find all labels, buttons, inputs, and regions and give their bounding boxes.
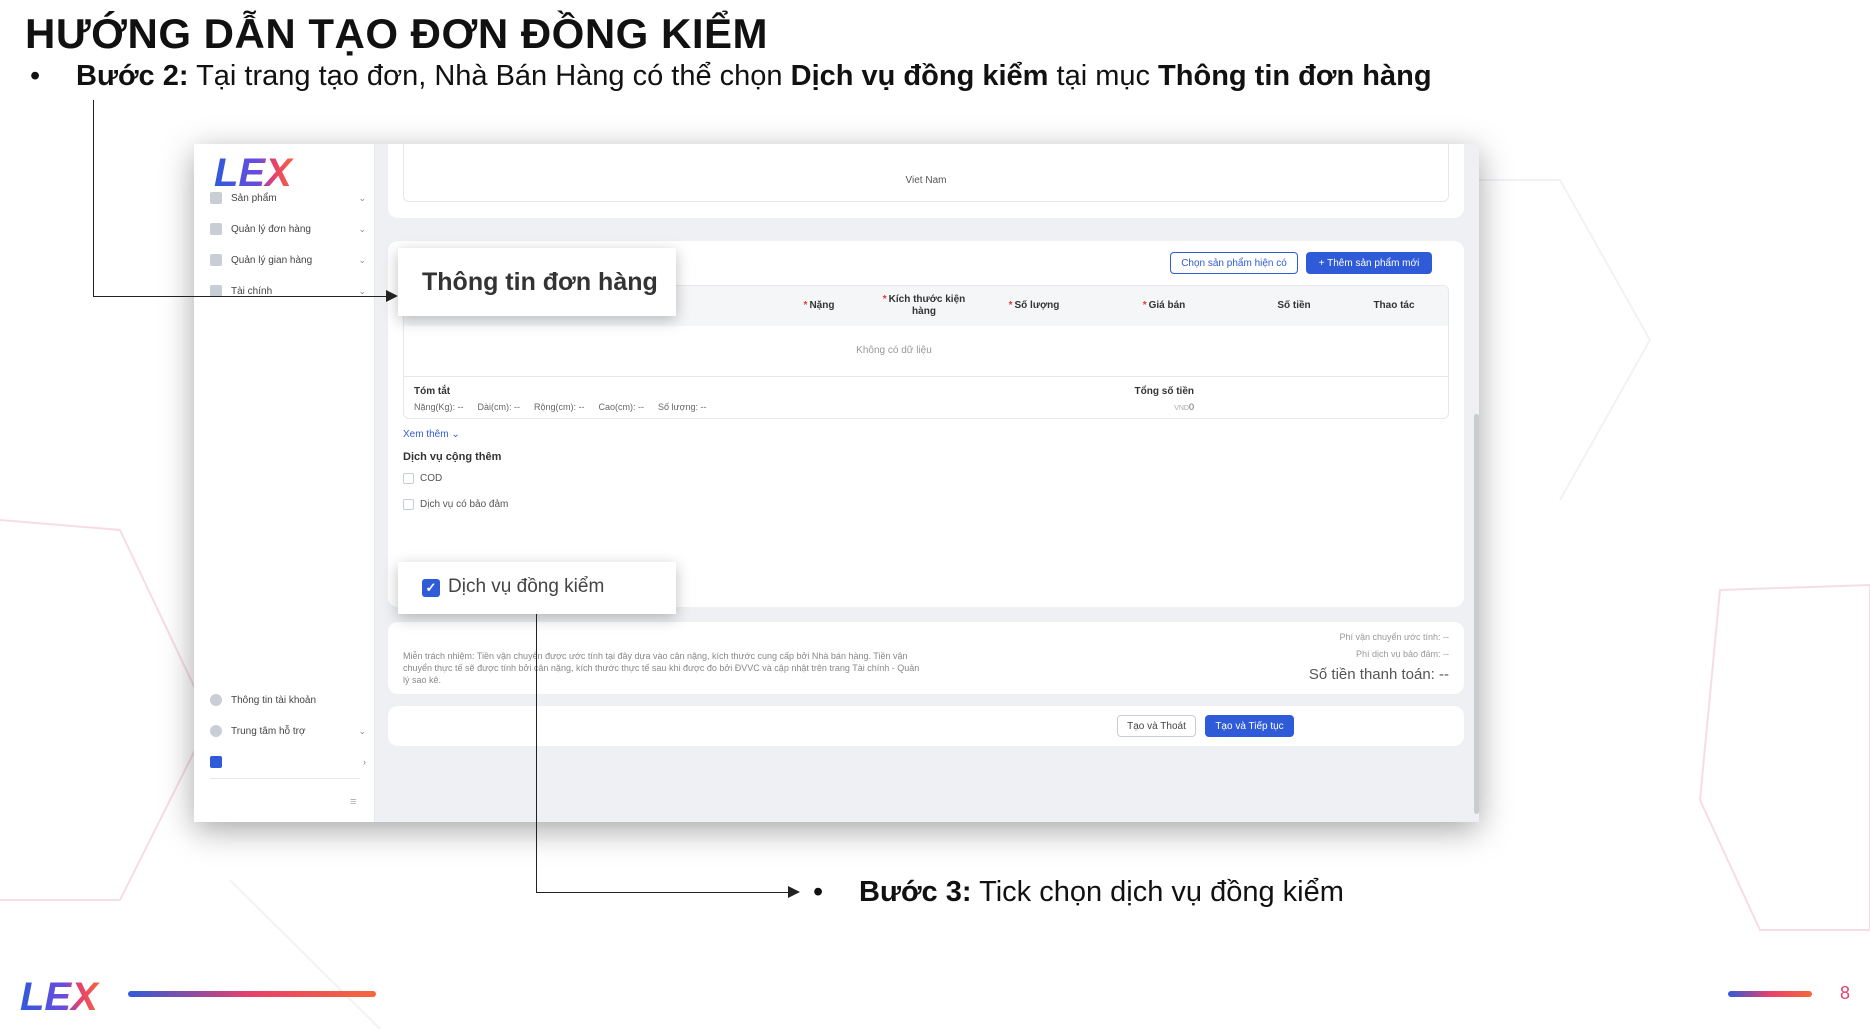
sidebar-item-label: Thông tin tài khoản [231, 694, 317, 706]
services-title: Dịch vụ cộng thêm [403, 451, 502, 463]
sidebar-item-label: Quản lý gian hàng [231, 254, 313, 266]
connector-line [536, 614, 537, 892]
orders-icon [210, 223, 222, 235]
lex-logo-text: LEX [214, 152, 294, 192]
sidebar-item-label: Tài chính [231, 285, 273, 297]
sidebar-item-orders[interactable]: Quản lý đơn hàng ⌄ [210, 219, 366, 239]
chevron-down-icon: ⌄ [358, 223, 366, 234]
sidebar-item-products[interactable]: Sản phẩm ⌄ [210, 188, 366, 208]
order-info-callout: Thông tin đơn hàng [398, 248, 676, 316]
summary-quantity: Số lượng: -- [658, 402, 707, 412]
step3-label: Bước 3: [859, 876, 972, 908]
box-icon [210, 192, 222, 204]
total-payment: Số tiền thanh toán: -- [1308, 666, 1449, 683]
column-header-amount: Số tiền [1277, 300, 1311, 311]
page-number: 8 [1840, 983, 1851, 1003]
sidebar-item-store[interactable]: Quản lý gian hàng ⌄ [210, 250, 366, 270]
payment-card: Miễn trách nhiệm: Tiền vận chuyển được ư… [388, 622, 1464, 694]
country-text: Viet Nam [905, 175, 947, 186]
summary-title: Tóm tắt [414, 386, 451, 397]
connector-line [93, 296, 389, 297]
insured-service-label: Dịch vụ có bảo đảm [420, 499, 509, 510]
step2-instruction: • Bước 2: Tại trang tạo đơn, Nhà Bán Hàn… [30, 60, 1432, 93]
slide-title: HƯỚNG DẪN TẠO ĐƠN ĐỒNG KIỂM [25, 10, 768, 57]
see-more-link[interactable]: Xem thêm ⌄ [403, 429, 460, 440]
lex-logo: LEX [20, 976, 100, 1016]
step2-label: Bước 2: [76, 60, 189, 92]
footer-gradient-bar [1728, 991, 1812, 997]
summary-weight: Nặng(Kg): -- [414, 402, 464, 412]
step2-bold2: Thông tin đơn hàng [1158, 60, 1432, 92]
app-screenshot: LEX Sản phẩm ⌄ Quản lý đơn hàng ⌄ Quản l… [194, 144, 1479, 822]
cod-checkbox[interactable] [403, 473, 414, 484]
column-header-actions: Thao tác [1373, 300, 1415, 311]
create-and-exit-button[interactable]: Tạo và Thoát [1117, 715, 1196, 737]
footer-gradient-bar [128, 991, 376, 997]
bullet: • [813, 876, 824, 908]
language-icon [210, 756, 222, 768]
arrow-right-icon [788, 886, 800, 898]
chevron-down-icon: ⌄ [358, 285, 366, 296]
collapse-menu-icon[interactable]: ≡ [350, 796, 356, 808]
lex-logo: LEX [214, 152, 294, 192]
slide: HƯỚNG DẪN TẠO ĐƠN ĐỒNG KIỂM • Bước 2: Tạ… [0, 0, 1870, 1029]
choose-existing-product-button[interactable]: Chọn sản phẩm hiện có [1170, 252, 1298, 274]
sidebar-item-label: Trung tâm hỗ trợ [231, 725, 306, 737]
chevron-down-icon: ⌄ [451, 429, 460, 440]
callout-checkbox-label: Dịch vụ đồng kiểm [448, 576, 605, 597]
action-card: Tạo và Thoát Tạo và Tiếp tục [388, 706, 1464, 746]
step3-text: Tick chọn dịch vụ đồng kiểm [971, 876, 1344, 908]
divider [210, 778, 360, 779]
step2-text2: tại mục [1048, 60, 1159, 92]
insurance-fee: Phí dịch vụ bảo đảm: -- [1355, 649, 1449, 659]
insured-service-checkbox[interactable] [403, 499, 414, 510]
create-and-continue-button[interactable]: Tạo và Tiếp tục [1205, 715, 1294, 737]
summary-height: Cao(cm): -- [598, 402, 645, 412]
step3-instruction: • Bước 3: Tick chọn dịch vụ đồng kiểm [813, 876, 1344, 909]
sidebar-item-finance[interactable]: Tài chính ⌄ [210, 281, 366, 301]
address-box: Viet Nam [403, 144, 1449, 202]
total-amount-title: Tổng số tiền [1134, 386, 1194, 397]
step2-bold1: Dịch vụ đồng kiểm [790, 60, 1049, 92]
callout-order-info-text: Thông tin đơn hàng [422, 268, 658, 296]
chevron-down-icon: ⌄ [358, 254, 366, 265]
checked-checkbox-icon[interactable]: ✓ [422, 579, 440, 597]
column-header-price: * Giá bán [1142, 300, 1186, 311]
main-content: Viet Nam Chọn sản phẩm hiện có + Thêm sả… [375, 144, 1479, 822]
divider [404, 376, 1448, 377]
total-amount-value: VND0 [1174, 402, 1194, 412]
user-icon [210, 694, 222, 706]
summary-fields: Nặng(Kg): -- Dài(cm): -- Rộng(cm): -- Ca… [414, 402, 706, 412]
checkbox-callout: ✓ Dịch vụ đồng kiểm [398, 562, 676, 614]
sidebar-item-language[interactable]: › [210, 752, 366, 772]
connector-line [536, 892, 790, 893]
store-icon [210, 254, 222, 266]
help-icon [210, 725, 222, 737]
footer-logo-text: LEX [20, 976, 100, 1016]
step2-text1: Tại trang tạo đơn, Nhà Bán Hàng có thể c… [188, 60, 791, 92]
arrow-right-icon [386, 290, 398, 302]
bullet: • [30, 60, 41, 92]
address-card: Viet Nam [388, 144, 1464, 218]
chevron-down-icon: ⌄ [358, 725, 366, 736]
sidebar: LEX Sản phẩm ⌄ Quản lý đơn hàng ⌄ Quản l… [194, 144, 375, 822]
chevron-right-icon: › [363, 757, 366, 767]
summary-length: Dài(cm): -- [477, 402, 521, 412]
sidebar-item-help[interactable]: Trung tâm hỗ trợ ⌄ [210, 721, 366, 741]
summary-width: Rộng(cm): -- [534, 402, 585, 412]
sidebar-item-account[interactable]: Thông tin tài khoản [210, 690, 366, 710]
shipping-fee: Phí vận chuyển ước tính: -- [1339, 632, 1449, 642]
sidebar-item-label: Quản lý đơn hàng [231, 223, 311, 235]
connector-line [93, 100, 94, 297]
disclaimer-text: Miễn trách nhiệm: Tiền vận chuyển được ư… [403, 651, 920, 685]
column-header-dimensions: * Kích thước kiện hàng [882, 294, 966, 317]
column-header-weight: * Nặng [803, 300, 835, 311]
sidebar-item-label: Sản phẩm [231, 192, 277, 204]
add-new-product-button[interactable]: + Thêm sản phẩm mới [1306, 252, 1432, 274]
empty-table-text: Không có dữ liệu [856, 345, 932, 356]
chevron-down-icon: ⌄ [358, 192, 366, 203]
column-header-quantity: * Số lượng [1008, 300, 1060, 311]
scrollbar[interactable] [1474, 414, 1479, 814]
cod-label: COD [420, 473, 443, 484]
